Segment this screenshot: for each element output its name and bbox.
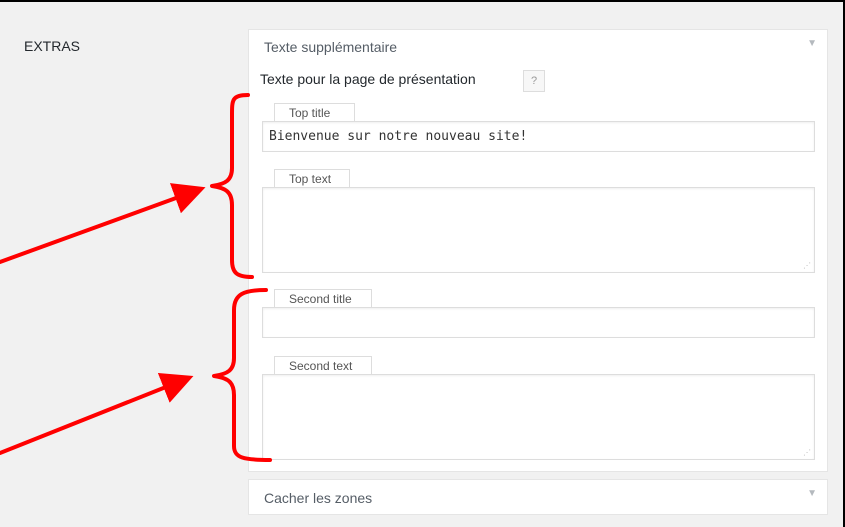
second-title-input[interactable]: [262, 307, 815, 338]
help-button[interactable]: ?: [523, 70, 545, 92]
panel-title: Texte supplémentaire: [264, 39, 398, 55]
second-text-textarea[interactable]: ⋰: [262, 374, 815, 460]
second-title-label: Second title: [274, 289, 372, 307]
triangle-down-icon[interactable]: ▼: [807, 488, 817, 499]
hide-zones-panel[interactable]: Cacher les zones ▼: [248, 479, 828, 515]
resize-grip-icon[interactable]: ⋰: [803, 261, 811, 270]
top-title-label: Top title: [274, 103, 355, 121]
top-title-input[interactable]: Bienvenue sur notre nouveau site!: [262, 121, 815, 152]
top-text-label: Top text: [274, 169, 350, 187]
triangle-down-icon[interactable]: ▼: [807, 38, 817, 49]
section-label: EXTRAS: [24, 38, 81, 54]
panel-header[interactable]: Texte supplémentaire ▼: [249, 30, 827, 63]
description-label: Texte pour la page de présentation: [260, 71, 476, 87]
meta-box-area: EXTRAS Texte supplémentaire ▼ Texte pour…: [0, 0, 845, 527]
panel-title: Cacher les zones: [264, 490, 373, 506]
extra-text-panel: Texte supplémentaire ▼ Texte pour la pag…: [248, 29, 828, 472]
second-text-label: Second text: [274, 356, 372, 374]
resize-grip-icon[interactable]: ⋰: [803, 448, 811, 457]
top-text-textarea[interactable]: ⋰: [262, 187, 815, 273]
